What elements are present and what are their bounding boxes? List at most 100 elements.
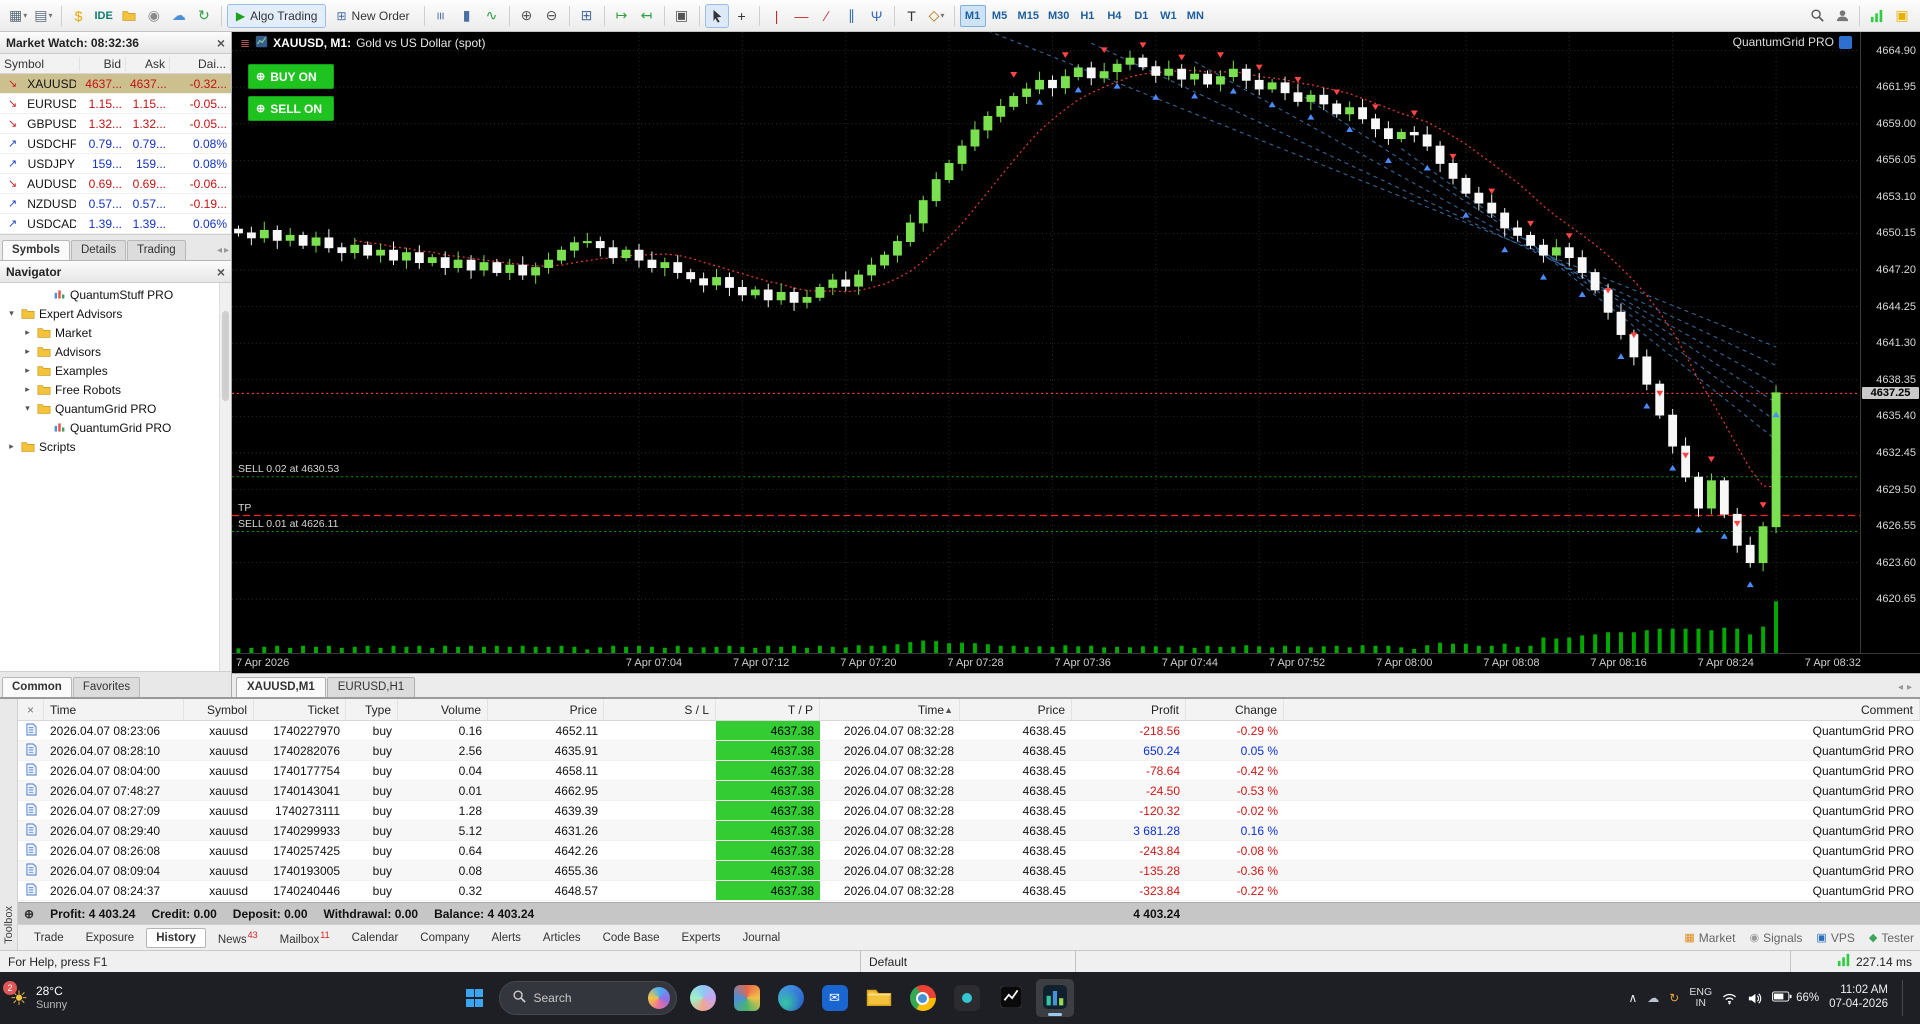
timeframe-h1-button[interactable]: H1: [1074, 5, 1100, 27]
timeframe-m5-button[interactable]: M5: [987, 5, 1013, 27]
history-row-6[interactable]: 2026.04.07 08:26:08 xauusd 1740257425 buy 0.…: [18, 841, 1920, 861]
chart-shift-button[interactable]: ↤: [635, 4, 659, 28]
tree-expand-icon[interactable]: ▸: [22, 327, 33, 338]
start-button[interactable]: [458, 981, 492, 1015]
history-row-3[interactable]: 2026.04.07 07:48:27 xauusd 1740143041 buy 0.…: [18, 781, 1920, 801]
toolbox-tab-experts[interactable]: Experts: [672, 928, 731, 948]
market-watch-row-gbpusd[interactable]: ↘ GBPUSD 1.32... 1.32... -0.05...: [0, 114, 231, 134]
taskbar-app-utility[interactable]: [948, 979, 986, 1017]
toolbox-tab-articles[interactable]: Articles: [533, 928, 591, 948]
record-button[interactable]: ◉: [142, 4, 166, 28]
language-indicator[interactable]: ENG IN: [1689, 986, 1712, 1009]
price-axis[interactable]: 4637.25 4664.90 4661.95 4659.00 4656.05 4653…: [1860, 32, 1920, 653]
screenshot-button[interactable]: ▣: [670, 4, 694, 28]
tree-expand-icon[interactable]: ▸: [22, 346, 33, 357]
chart-area[interactable]: ≣ XAUUSD, M1: Gold vs US Dollar (spot) Q…: [232, 32, 1920, 653]
community-button[interactable]: ↻: [192, 4, 216, 28]
bar-chart-button[interactable]: ≡: [430, 4, 454, 28]
text-tool-button[interactable]: T: [900, 4, 924, 28]
battery-indicator[interactable]: 66%: [1772, 991, 1819, 1005]
tray-sync-icon[interactable]: ↻: [1669, 991, 1679, 1005]
history-row-8[interactable]: 2026.04.07 08:24:37 xauusd 1740240446 buy 0.…: [18, 881, 1920, 901]
sell-on-button[interactable]: ⊕ SELL ON: [248, 96, 334, 121]
taskbar-app-outlook[interactable]: ✉: [816, 979, 854, 1017]
market-watch-row-eurusd[interactable]: ↘ EURUSD 1.15... 1.15... -0.05...: [0, 94, 231, 114]
history-row-1[interactable]: 2026.04.07 08:28:10 xauusd 1740282076 buy 2.…: [18, 741, 1920, 761]
navigator-item-market[interactable]: ▸ Market: [0, 323, 231, 342]
timeframe-m30-button[interactable]: M30: [1044, 5, 1073, 27]
history-col-0[interactable]: Time: [44, 699, 184, 720]
history-col-5[interactable]: Price: [488, 699, 604, 720]
toolbox-tab-exposure[interactable]: Exposure: [76, 928, 145, 948]
data-folder-button[interactable]: [117, 4, 141, 28]
market-watch-col-3[interactable]: Dai...: [170, 56, 231, 71]
tree-expand-icon[interactable]: ▾: [6, 308, 17, 319]
toolbox-tab-history[interactable]: History: [146, 927, 206, 948]
history-row-4[interactable]: 2026.04.07 08:27:09 xauusd 1740273111 buy 1.…: [18, 801, 1920, 821]
taskbar-app-tradingview[interactable]: [992, 979, 1030, 1017]
cloud-button[interactable]: ☁: [167, 4, 191, 28]
market-watch-row-nzdusd[interactable]: ↗ NZDUSD 0.57... 0.57... -0.19...: [0, 194, 231, 214]
market-watch-row-usdchf[interactable]: ↗ USDCHF 0.79... 0.79... 0.08%: [0, 134, 231, 154]
toolbox-tab-code-base[interactable]: Code Base: [593, 928, 670, 948]
search-button[interactable]: [1805, 4, 1829, 28]
candlestick-chart-button[interactable]: ▮: [455, 4, 479, 28]
price-chart[interactable]: [232, 32, 1860, 653]
navigator-tab-common[interactable]: Common: [2, 677, 72, 697]
toolbox-tab-trade[interactable]: Trade: [24, 928, 74, 948]
chart-tab-scroll-right-icon[interactable]: ▸: [1907, 682, 1912, 693]
timeframe-w1-button[interactable]: W1: [1155, 5, 1181, 27]
navigator-tab-favorites[interactable]: Favorites: [72, 677, 141, 697]
clock[interactable]: 11:02 AM 07-04-2026: [1829, 984, 1888, 1012]
history-col-4[interactable]: Volume: [398, 699, 488, 720]
zoom-in-button[interactable]: ⊕: [515, 4, 539, 28]
taskbar-app-edge[interactable]: [772, 979, 810, 1017]
tree-expand-icon[interactable]: ▾: [22, 403, 33, 414]
taskbar-app-metatrader[interactable]: [1035, 979, 1074, 1017]
channel-tool-button[interactable]: ∥: [840, 4, 864, 28]
tree-expand-icon[interactable]: ▸: [6, 441, 17, 452]
tab-scroll-left-icon[interactable]: ◂: [217, 245, 222, 256]
navigator-item-advisors[interactable]: ▸ Advisors: [0, 342, 231, 361]
history-col-9[interactable]: Price: [960, 699, 1072, 720]
copilot-search-icon[interactable]: [647, 987, 670, 1009]
chart-tab-xauusd-m1[interactable]: XAUUSD,M1: [236, 677, 326, 697]
toolbox-right-tester[interactable]: ◆ Tester: [1869, 931, 1914, 945]
taskbar-app-copilot[interactable]: [684, 979, 722, 1017]
tree-expand-icon[interactable]: ▸: [22, 384, 33, 395]
market-watch-row-usdcad[interactable]: ↗ USDCAD 1.39... 1.39... 0.06%: [0, 214, 231, 234]
toolbox-tab-news[interactable]: News43: [208, 926, 268, 950]
algo-trading-button[interactable]: ▶ Algo Trading: [226, 3, 327, 28]
line-chart-button[interactable]: ∿: [480, 4, 504, 28]
time-axis[interactable]: 7 Apr 2026 7 Apr 07:04 7 Apr 07:12 7 Apr 07…: [232, 653, 1920, 673]
ide-button[interactable]: IDE: [92, 4, 116, 28]
tile-windows-button[interactable]: ⊞: [575, 4, 599, 28]
tree-expand-icon[interactable]: ▸: [22, 365, 33, 376]
history-row-5[interactable]: 2026.04.07 08:29:40 xauusd 1740299933 buy 5.…: [18, 821, 1920, 841]
taskbar-search-box[interactable]: Search: [498, 981, 677, 1015]
navigator-item-free-robots[interactable]: ▸ Free Robots: [0, 380, 231, 399]
show-desktop-button[interactable]: [1901, 980, 1906, 1016]
new-chart-button[interactable]: ▦ ▾: [6, 4, 30, 28]
ea-chip-icon[interactable]: [1839, 35, 1852, 49]
toolbox-tab-alerts[interactable]: Alerts: [482, 928, 531, 948]
buy-on-button[interactable]: ⊕ BUY ON: [248, 64, 334, 89]
history-col-3[interactable]: Type: [346, 699, 398, 720]
taskbar-app-photos[interactable]: [728, 979, 766, 1017]
promo-badge-icon[interactable]: ▣: [1890, 4, 1914, 28]
chart-tab-scroll-left-icon[interactable]: ◂: [1898, 682, 1903, 693]
connection-status[interactable]: 227.14 ms: [1790, 951, 1920, 972]
toolbox-side-tab[interactable]: Toolbox: [0, 699, 18, 950]
market-watch-row-xauusd[interactable]: ↘ XAUUSD 4637... 4637... -0.32...: [0, 74, 231, 94]
market-watch-button[interactable]: $: [67, 4, 91, 28]
timeframe-mn-button[interactable]: MN: [1182, 5, 1208, 27]
connection-levels-icon[interactable]: [1865, 4, 1889, 28]
market-watch-close-icon[interactable]: ×: [217, 36, 225, 50]
taskbar-weather-widget[interactable]: ☀ 2 28°C Sunny: [3, 980, 180, 1011]
timeframe-m15-button[interactable]: M15: [1014, 5, 1043, 27]
market-watch-tab-trading[interactable]: Trading: [127, 240, 186, 260]
history-col-1[interactable]: Symbol: [184, 699, 254, 720]
taskbar-app-chrome[interactable]: [904, 979, 942, 1017]
history-col-10[interactable]: Profit: [1072, 699, 1186, 720]
new-order-button[interactable]: ⊞ New Order: [327, 4, 418, 28]
